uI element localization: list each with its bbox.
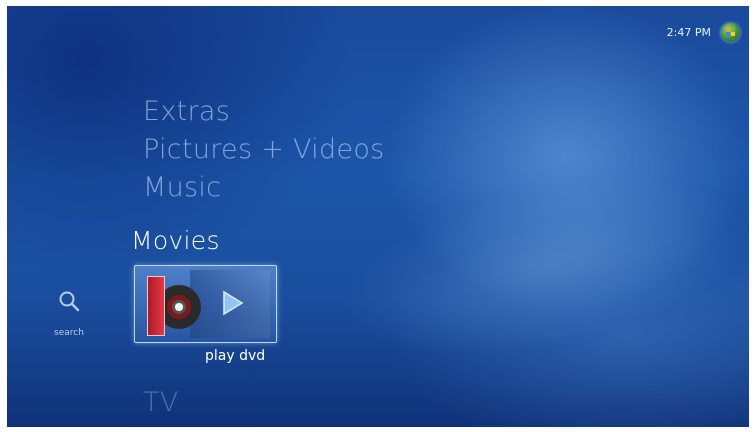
windows-orb-icon[interactable] (721, 23, 740, 42)
menu-item-pictures-videos[interactable]: Pictures + Videos (143, 134, 385, 165)
play-dvd-tile[interactable] (134, 265, 277, 343)
menu-item-music[interactable]: Music (143, 172, 221, 203)
clock: 2:47 PM (666, 26, 711, 39)
play-icon (223, 290, 244, 316)
search-button[interactable]: search (45, 290, 93, 338)
menu-item-tv[interactable]: TV (143, 387, 179, 418)
menu-item-movies[interactable]: Movies (131, 226, 220, 255)
background-light (324, 144, 749, 388)
dvd-case-icon (147, 276, 165, 336)
media-center-screen: 2:47 PM Extras Pictures + Videos Music M… (7, 6, 749, 427)
menu-item-extras[interactable]: Extras (143, 96, 230, 127)
search-icon (59, 291, 80, 312)
play-dvd-label: play dvd (205, 348, 266, 364)
search-label: search (54, 328, 84, 338)
